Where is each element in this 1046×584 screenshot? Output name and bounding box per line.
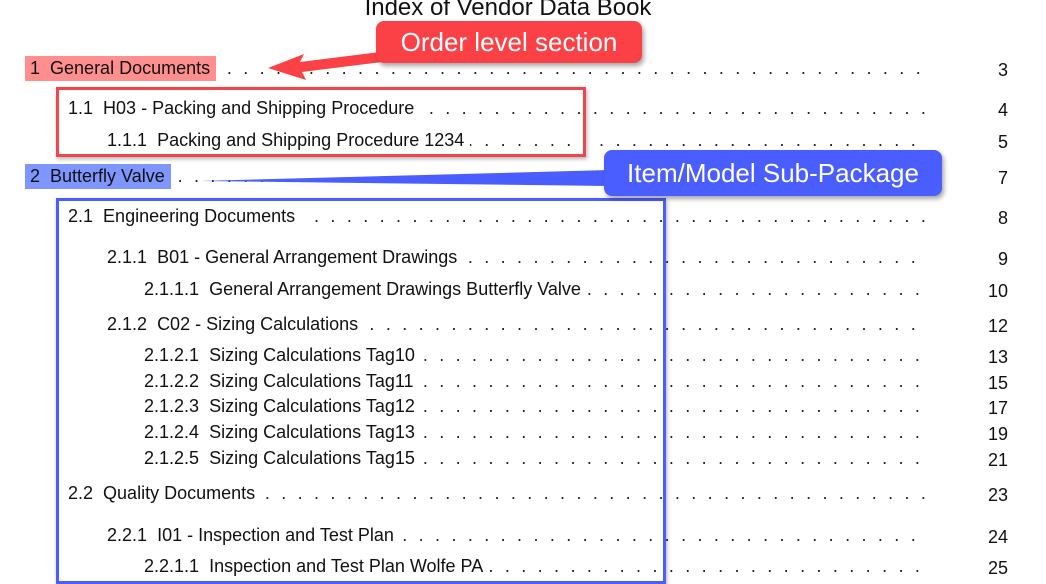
blue-pointer-icon xyxy=(200,170,610,186)
annotation-arrows xyxy=(200,52,610,186)
item-model-callout: Item/Model Sub-Package xyxy=(604,150,942,196)
red-arrow-icon xyxy=(268,52,382,80)
order-level-callout: Order level section xyxy=(376,21,642,63)
